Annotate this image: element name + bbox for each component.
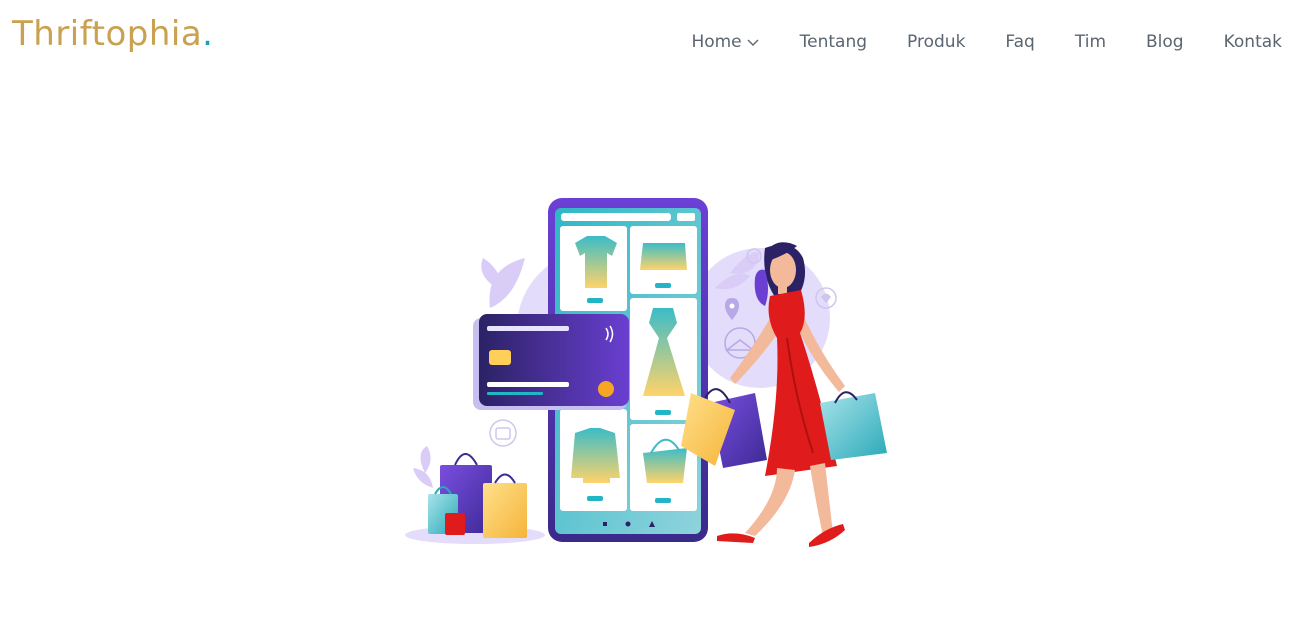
shopping-bags-left — [428, 453, 527, 538]
nav-kontak-label: Kontak — [1223, 32, 1282, 52]
logo-text: Thriftophia — [12, 14, 203, 54]
main-nav: Home Tentang Produk Faq Tim Blog Kontak — [691, 30, 1282, 54]
nav-produk-label: Produk — [907, 32, 966, 52]
nav-produk[interactable]: Produk — [907, 30, 965, 54]
nav-home-label: Home — [691, 32, 742, 52]
chevron-down-icon — [747, 39, 759, 46]
nav-home[interactable]: Home — [691, 30, 759, 54]
hero-illustration — [405, 198, 887, 547]
nav-tentang-label: Tentang — [799, 32, 868, 52]
nav-blog-label: Blog — [1146, 32, 1184, 52]
nav-faq[interactable]: Faq — [1005, 30, 1034, 54]
logo-dot: . — [202, 14, 214, 54]
nav-tim[interactable]: Tim — [1075, 30, 1106, 54]
credit-card-illustration — [473, 314, 629, 410]
nav-tentang[interactable]: Tentang — [800, 30, 867, 54]
nav-tim-label: Tim — [1074, 32, 1107, 52]
nav-faq-label: Faq — [1005, 32, 1035, 52]
nav-blog[interactable]: Blog — [1146, 30, 1184, 54]
nav-kontak[interactable]: Kontak — [1224, 30, 1282, 54]
site-header: Thriftophia. Home Tentang Produk Faq Tim… — [0, 0, 1314, 80]
brand-logo[interactable]: Thriftophia. — [12, 14, 213, 54]
